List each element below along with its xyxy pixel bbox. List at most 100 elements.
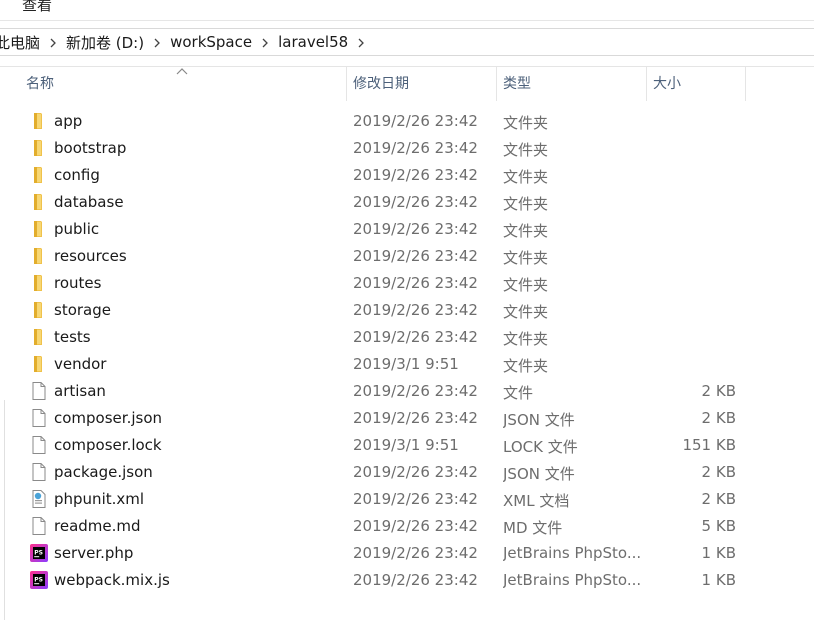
file-row[interactable]: routes 2019/2/26 23:42 文件夹	[20, 270, 800, 297]
file-type: 文件夹	[503, 114, 549, 132]
file-type: 文件夹	[503, 357, 549, 375]
file-row[interactable]: PS webpack.mix.js 2019/2/26 23:42 JetBrain…	[20, 567, 800, 594]
ribbon-divider	[0, 20, 814, 21]
file-name[interactable]: webpack.mix.js	[54, 571, 170, 589]
file-row[interactable]: bootstrap 2019/2/26 23:42 文件夹	[20, 135, 800, 162]
file-row[interactable]: package.json 2019/2/26 23:42 JSON 文件 2 KB	[20, 459, 800, 486]
file-name[interactable]: server.php	[54, 544, 133, 562]
file-type: XML 文档	[503, 492, 570, 510]
file-modified-date: 2019/2/26 23:42	[353, 139, 478, 157]
column-header-type[interactable]: 类型	[496, 67, 646, 101]
file-row[interactable]: composer.lock 2019/3/1 9:51 LOCK 文件 151 KB	[20, 432, 800, 459]
file-row[interactable]: app 2019/2/26 23:42 文件夹	[20, 108, 800, 135]
chevron-right-icon[interactable]	[43, 35, 63, 49]
file-size: 2 KB	[701, 463, 736, 481]
file-row[interactable]: PS server.php 2019/2/26 23:42 JetBrains Ph…	[20, 540, 800, 567]
file-modified-date: 2019/3/1 9:51	[353, 436, 459, 454]
file-row[interactable]: artisan 2019/2/26 23:42 文件 2 KB	[20, 378, 800, 405]
file-size: 1 KB	[701, 544, 736, 562]
xml-file-icon	[29, 489, 49, 509]
file-row[interactable]: tests 2019/2/26 23:42 文件夹	[20, 324, 800, 351]
pane-divider	[4, 400, 5, 620]
file-modified-date: 2019/2/26 23:42	[353, 544, 478, 562]
chevron-right-icon[interactable]	[147, 35, 167, 49]
file-modified-date: 2019/2/26 23:42	[353, 463, 478, 481]
file-row[interactable]: config 2019/2/26 23:42 文件夹	[20, 162, 800, 189]
file-row[interactable]: public 2019/2/26 23:42 文件夹	[20, 216, 800, 243]
file-modified-date: 2019/2/26 23:42	[353, 220, 478, 238]
file-modified-date: 2019/2/26 23:42	[353, 166, 478, 184]
svg-text:PS: PS	[34, 550, 43, 557]
file-name[interactable]: tests	[54, 328, 91, 346]
file-name[interactable]: composer.lock	[54, 436, 162, 454]
file-modified-date: 2019/2/26 23:42	[353, 382, 478, 400]
file-type: 文件夹	[503, 303, 549, 321]
file-size: 2 KB	[701, 490, 736, 508]
folder-icon	[29, 327, 49, 347]
file-row[interactable]: phpunit.xml 2019/2/26 23:42 XML 文档 2 KB	[20, 486, 800, 513]
file-name[interactable]: phpunit.xml	[54, 490, 144, 508]
file-name[interactable]: app	[54, 112, 82, 130]
file-name[interactable]: package.json	[54, 463, 153, 481]
breadcrumb[interactable]: 此电脑 新加卷 (D:) workSpace laravel58	[0, 28, 814, 56]
file-row[interactable]: storage 2019/2/26 23:42 文件夹	[20, 297, 800, 324]
folder-icon	[29, 219, 49, 239]
breadcrumb-laravel58[interactable]: laravel58	[275, 33, 351, 51]
file-size: 5 KB	[701, 517, 736, 535]
file-name[interactable]: artisan	[54, 382, 106, 400]
file-name[interactable]: readme.md	[54, 517, 141, 535]
file-modified-date: 2019/2/26 23:42	[353, 301, 478, 319]
phpstorm-icon: PS	[29, 570, 49, 590]
file-row[interactable]: readme.md 2019/2/26 23:42 MD 文件 5 KB	[20, 513, 800, 540]
file-name[interactable]: storage	[54, 301, 111, 319]
breadcrumb-workspace[interactable]: workSpace	[167, 33, 255, 51]
file-modified-date: 2019/2/26 23:42	[353, 328, 478, 346]
column-header-date[interactable]: 修改日期	[346, 67, 496, 101]
file-type: 文件夹	[503, 249, 549, 267]
phpstorm-icon: PS	[29, 543, 49, 563]
file-row[interactable]: resources 2019/2/26 23:42 文件夹	[20, 243, 800, 270]
file-modified-date: 2019/2/26 23:42	[353, 571, 478, 589]
folder-icon	[29, 111, 49, 131]
column-header-size[interactable]: 大小	[646, 67, 746, 101]
file-icon	[29, 381, 49, 401]
folder-icon	[29, 354, 49, 374]
file-type: JetBrains PhpSto...	[503, 571, 642, 589]
file-name[interactable]: vendor	[54, 355, 106, 373]
file-name[interactable]: database	[54, 193, 124, 211]
breadcrumb-drive-d[interactable]: 新加卷 (D:)	[63, 32, 147, 53]
file-size: 151 KB	[682, 436, 736, 454]
file-name[interactable]: public	[54, 220, 99, 238]
file-size: 2 KB	[701, 409, 736, 427]
chevron-right-icon[interactable]	[255, 35, 275, 49]
file-name[interactable]: routes	[54, 274, 101, 292]
breadcrumb-this-pc[interactable]: 此电脑	[0, 32, 43, 53]
file-icon	[29, 408, 49, 428]
file-type: 文件夹	[503, 222, 549, 240]
file-icon	[29, 435, 49, 455]
file-icon	[29, 516, 49, 536]
svg-text:PS: PS	[34, 577, 43, 584]
file-type: 文件夹	[503, 330, 549, 348]
file-modified-date: 2019/2/26 23:42	[353, 193, 478, 211]
file-row[interactable]: vendor 2019/3/1 9:51 文件夹	[20, 351, 800, 378]
file-name[interactable]: resources	[54, 247, 127, 265]
file-type: MD 文件	[503, 519, 563, 537]
chevron-right-icon[interactable]	[351, 35, 371, 49]
file-type: 文件夹	[503, 276, 549, 294]
file-name[interactable]: config	[54, 166, 100, 184]
file-name[interactable]: composer.json	[54, 409, 162, 427]
file-type: LOCK 文件	[503, 438, 578, 456]
file-modified-date: 2019/2/26 23:42	[353, 409, 478, 427]
file-name[interactable]: bootstrap	[54, 139, 126, 157]
folder-icon	[29, 192, 49, 212]
ribbon-tab-view[interactable]: 查看	[22, 0, 52, 15]
file-size: 2 KB	[701, 382, 736, 400]
file-row[interactable]: composer.json 2019/2/26 23:42 JSON 文件 2 KB	[20, 405, 800, 432]
file-row[interactable]: database 2019/2/26 23:42 文件夹	[20, 189, 800, 216]
column-header-name[interactable]: 名称	[20, 67, 346, 101]
folder-icon	[29, 246, 49, 266]
file-modified-date: 2019/2/26 23:42	[353, 274, 478, 292]
file-type: 文件	[503, 384, 534, 402]
file-modified-date: 2019/2/26 23:42	[353, 490, 478, 508]
